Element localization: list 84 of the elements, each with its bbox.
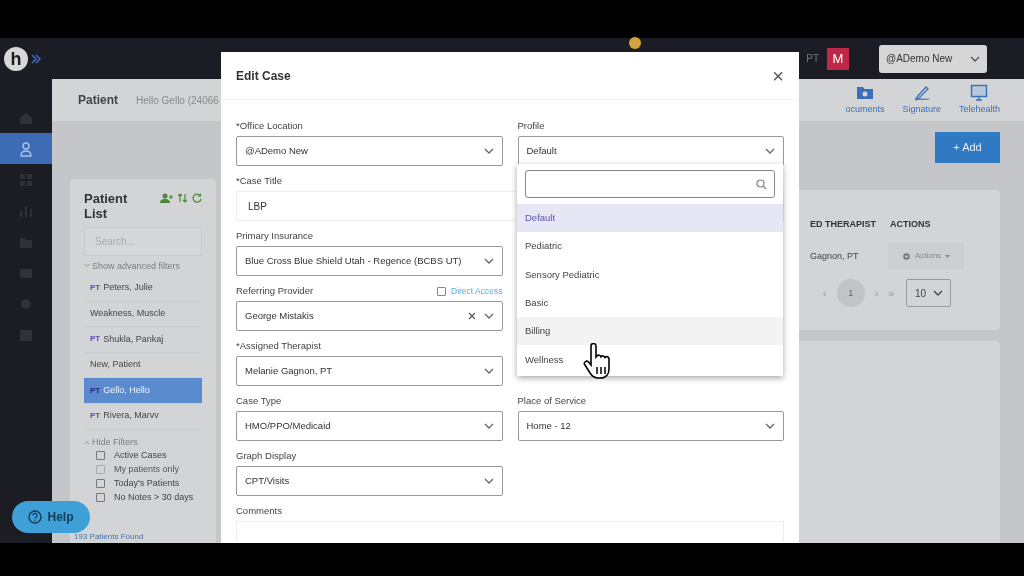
chevron-down-icon (483, 148, 494, 154)
chevron-down-icon (483, 313, 494, 319)
chevron-down-icon (483, 368, 494, 374)
checkbox-label: My patients only (114, 462, 180, 476)
select-field[interactable]: Blue Cross Blue Shield Utah - Regence (BCBS UT) (236, 246, 503, 276)
refresh-icon[interactable] (192, 192, 202, 203)
field-label: Case Type (236, 394, 282, 409)
checkbox[interactable] (96, 451, 105, 460)
avatar[interactable]: M (827, 47, 849, 70)
field-label: Graph Display (236, 449, 297, 464)
column-header: ACTIONS (890, 217, 931, 231)
checkbox-label: Direct Access (451, 285, 503, 298)
caret-icon (945, 254, 951, 258)
chevron-down-icon (970, 55, 980, 62)
monitor-icon[interactable] (970, 83, 989, 101)
select-field[interactable]: @ADemo New (236, 136, 503, 166)
chevron-down-icon (483, 258, 494, 264)
pt-tag: PT (90, 384, 101, 397)
select-field[interactable]: HMO/PPO/Medicaid (236, 411, 503, 441)
patient-list-item[interactable]: PT Gello, Hello (84, 378, 202, 404)
search-icon (756, 178, 767, 190)
help-button[interactable]: Help (12, 501, 90, 533)
chevron-down-icon (483, 478, 494, 484)
dropdown-option[interactable]: Sensory Pediatric (517, 260, 783, 289)
sidebar-item[interactable] (0, 133, 52, 164)
toolbar-link[interactable]: Telehealth (958, 102, 1000, 117)
sort-icon[interactable] (178, 192, 187, 203)
location-select[interactable]: @ADemo New (879, 44, 987, 73)
checkbox[interactable] (96, 493, 105, 502)
add-button[interactable]: + Add (935, 131, 1000, 163)
pt-tag: PT (90, 333, 101, 346)
dropdown-option[interactable]: Default (517, 204, 783, 233)
select-field[interactable]: Home - 12 (517, 411, 784, 441)
person-icon (18, 140, 34, 157)
dropdown-search-field[interactable] (525, 170, 775, 198)
checkbox[interactable] (96, 479, 105, 488)
field-label: Primary Insurance (236, 229, 314, 244)
checkbox[interactable] (437, 287, 446, 296)
page-title: Patient (78, 92, 118, 110)
field-label: *Case Title (236, 174, 282, 189)
field-label: Place of Service (517, 394, 587, 409)
pt-tag: PT (90, 410, 101, 423)
chevron-down-icon (765, 148, 775, 154)
dropdown-option[interactable]: Basic (517, 288, 783, 318)
field-label: Profile (517, 119, 545, 134)
chevron-down-icon (765, 423, 775, 429)
patient-list-item[interactable]: PT Shukla, Pankaj (84, 327, 202, 353)
field-label: *Office Location (236, 119, 303, 134)
logo: h (4, 47, 28, 71)
chevron-up-icon (84, 439, 90, 445)
dropdown-option[interactable]: Pediatric (517, 232, 783, 261)
chevron-down-icon (483, 423, 494, 429)
close-button[interactable]: × (772, 65, 784, 86)
column-header: ED THERAPIST (810, 217, 876, 231)
select-field[interactable]: George Mistakis (236, 301, 503, 331)
dialog-title: Edit Case (236, 67, 291, 85)
recording-dot-icon (629, 37, 641, 49)
patient-name: Hello Gello (24066 (136, 93, 219, 108)
panel-title: Patient List (84, 190, 129, 221)
toolbar-link[interactable]: Signature (902, 102, 941, 117)
field-label: Comments (236, 504, 282, 519)
checkbox-label: Today's Patients (114, 476, 180, 490)
checkbox-label: Active Cases (114, 448, 167, 462)
chevron-down-icon (933, 290, 944, 297)
patient-list-item[interactable]: PT Peters, Julie (84, 275, 202, 302)
table-cell-text: Gagnon, PT (810, 249, 860, 263)
add-person-icon[interactable] (160, 192, 173, 203)
patient-list-item[interactable]: PT Rivera, Marvv (84, 403, 202, 430)
patient-list-item[interactable]: Weakness, Muscle (84, 301, 202, 328)
question-icon (28, 510, 43, 524)
toolbar-link[interactable]: ocuments (845, 102, 885, 117)
checkbox-label: No Notes > 30 days (114, 490, 194, 504)
pt-tag: PT (90, 282, 101, 295)
expand-icon[interactable] (31, 54, 41, 64)
dropdown-option[interactable]: Wellness (517, 345, 783, 374)
patients-found-count: 193 Patients Found (74, 531, 145, 543)
page-size-select[interactable]: 10 (906, 279, 952, 308)
chevron-down-icon (84, 262, 90, 268)
user-role: PT (806, 52, 819, 67)
select-field[interactable]: CPT/Visits (236, 466, 503, 496)
field-label: *Assigned Therapist (236, 339, 321, 354)
select-field[interactable]: Melanie Gagnon, PT (236, 356, 503, 386)
field-label: Referring Provider (236, 284, 314, 299)
dropdown-option[interactable]: Billing (517, 317, 783, 346)
